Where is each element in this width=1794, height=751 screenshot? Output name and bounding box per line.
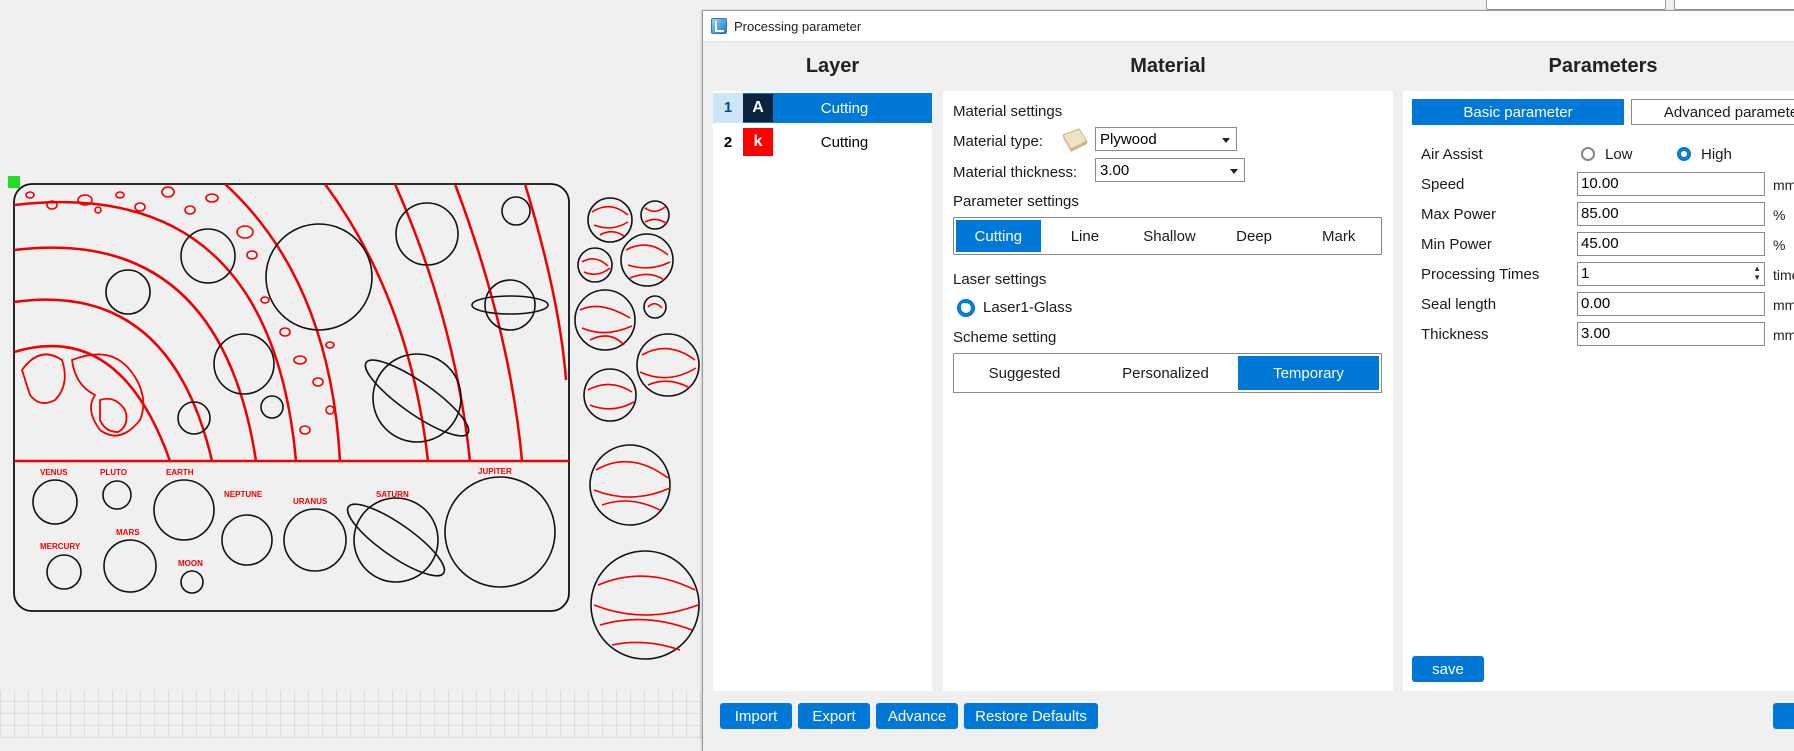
confirm-button-partial[interactable] [1773, 703, 1794, 729]
layer-column-title: Layer [805, 55, 860, 77]
seal-length-unit: mm [1773, 297, 1794, 313]
processing-times-label: Processing Times [1421, 266, 1540, 283]
svg-text:MARS: MARS [116, 528, 140, 537]
speed-label: Speed [1421, 176, 1465, 193]
air-assist-low-radio[interactable] [1581, 147, 1595, 161]
scheme-personalized[interactable]: Personalized [1095, 354, 1236, 392]
app-icon [711, 18, 727, 34]
parameter-settings-label: Parameter settings [953, 193, 1079, 210]
toolbar-fields-partial [1486, 0, 1794, 10]
svg-text:MERCURY: MERCURY [40, 542, 81, 551]
selection-handle[interactable] [8, 176, 20, 188]
scheme-suggested[interactable]: Suggested [954, 354, 1095, 392]
plywood-icon [1062, 128, 1088, 152]
material-thickness-label: Material thickness: [953, 164, 1078, 181]
laser-option-label: Laser1-Glass [983, 299, 1073, 316]
sun-pattern [21, 353, 145, 437]
import-button[interactable]: Import [720, 703, 792, 729]
board-outline [13, 183, 570, 612]
dialog-titlebar[interactable]: Processing parameter [703, 11, 1794, 42]
dialog-title: Processing parameter [734, 18, 862, 34]
tab-basic-parameter[interactable]: Basic parameter [1412, 99, 1624, 125]
workspace-grid [0, 690, 702, 738]
planet-textures [579, 205, 699, 651]
svg-text:PLUTO: PLUTO [100, 468, 127, 477]
mode-deep[interactable]: Deep [1212, 218, 1297, 254]
scheme-temporary[interactable]: Temporary [1238, 356, 1379, 390]
svg-text:URANUS: URANUS [293, 497, 328, 506]
layer-row-1[interactable]: 1 A Cutting [713, 93, 932, 123]
max-power-unit: % [1773, 207, 1786, 223]
max-power-label: Max Power [1421, 206, 1497, 223]
layer-number: 2 [723, 133, 733, 151]
scheme-setting-label: Scheme setting [953, 329, 1057, 346]
layer-mode: Cutting [820, 133, 869, 151]
material-thickness-value: 3.00 [1100, 162, 1130, 179]
save-button[interactable]: save [1412, 656, 1484, 682]
air-assist-high-radio[interactable] [1677, 147, 1691, 161]
material-type-select[interactable]: Plywood [1095, 127, 1237, 151]
restore-defaults-button[interactable]: Restore Defaults [964, 703, 1098, 729]
svg-text:NEPTUNE: NEPTUNE [224, 490, 263, 499]
processing-times-unit: time [1773, 267, 1794, 283]
mode-shallow[interactable]: Shallow [1127, 218, 1212, 254]
layer-color-chip: A [743, 94, 773, 122]
svg-text:VENUS: VENUS [40, 468, 68, 477]
layer-number: 1 [713, 93, 743, 123]
toolbar-field-2[interactable] [1674, 0, 1794, 10]
air-assist-low-label: Low [1605, 146, 1633, 163]
svg-text:EARTH: EARTH [166, 468, 194, 477]
processing-times-value: 1 [1581, 265, 1590, 282]
mode-cutting[interactable]: Cutting [956, 220, 1041, 252]
processing-parameter-dialog: Processing parameter Layer Material Para… [702, 10, 1794, 751]
max-power-input[interactable]: 85.00 [1577, 202, 1765, 226]
seal-length-label: Seal length [1421, 296, 1497, 313]
layer-row-2[interactable]: 2 k Cutting [713, 127, 932, 157]
svg-text:SATURN: SATURN [376, 490, 409, 499]
chevron-down-icon [1222, 138, 1230, 143]
toolbar-field-1[interactable] [1486, 0, 1666, 10]
air-assist-high-label: High [1701, 146, 1732, 163]
min-power-input[interactable]: 45.00 [1577, 232, 1765, 256]
air-assist-label: Air Assist [1421, 146, 1483, 163]
export-button[interactable]: Export [798, 703, 870, 729]
svg-text:JUPITER: JUPITER [478, 467, 512, 476]
asteroid-dots [25, 186, 335, 435]
scheme-selector: Suggested Personalized Temporary [953, 353, 1382, 393]
solar-system-design[interactable]: VENUS PLUTO EARTH NEPTUNE URANUS SATURN … [0, 0, 702, 738]
speed-unit: mm [1773, 177, 1794, 193]
laser-settings-label: Laser settings [953, 271, 1047, 288]
process-mode-selector: Cutting Line Shallow Deep Mark [953, 217, 1382, 255]
advance-button[interactable]: Advance [876, 703, 958, 729]
stepper-arrows-icon[interactable]: ▲ ▼ [1753, 264, 1761, 282]
material-thickness-select[interactable]: 3.00 [1095, 158, 1245, 182]
material-panel: Material settings Material type: Plywood… [943, 91, 1393, 691]
layer-color-chip: k [743, 128, 773, 156]
mode-mark[interactable]: Mark [1296, 218, 1381, 254]
material-type-label: Material type: [953, 133, 1044, 150]
thickness-input[interactable]: 3.00 [1577, 322, 1765, 346]
material-type-value: Plywood [1100, 131, 1157, 148]
material-settings-label: Material settings [953, 103, 1063, 120]
orbit-lines [13, 183, 568, 462]
min-power-unit: % [1773, 237, 1786, 253]
seal-length-input[interactable]: 0.00 [1577, 292, 1765, 316]
mode-line[interactable]: Line [1043, 218, 1128, 254]
parameters-panel: Basic parameter Advanced paramete Air As… [1403, 91, 1794, 691]
chevron-down-icon [1230, 169, 1238, 174]
thickness-label: Thickness [1421, 326, 1489, 343]
thickness-unit: mm [1773, 327, 1794, 343]
design-canvas[interactable]: VENUS PLUTO EARTH NEPTUNE URANUS SATURN … [0, 0, 702, 738]
min-power-label: Min Power [1421, 236, 1492, 253]
speed-input[interactable]: 10.00 [1577, 172, 1765, 196]
tab-advanced-parameter[interactable]: Advanced paramete [1631, 99, 1794, 125]
parameters-column-title: Parameters [1548, 55, 1658, 77]
laser-radio[interactable] [957, 299, 975, 317]
layer-panel: 1 A Cutting 2 k Cutting [713, 91, 932, 691]
processing-times-stepper[interactable]: 1 ▲ ▼ [1577, 262, 1765, 286]
layer-mode: Cutting [820, 99, 869, 117]
svg-text:MOON: MOON [178, 559, 203, 568]
material-column-title: Material [1130, 55, 1206, 77]
